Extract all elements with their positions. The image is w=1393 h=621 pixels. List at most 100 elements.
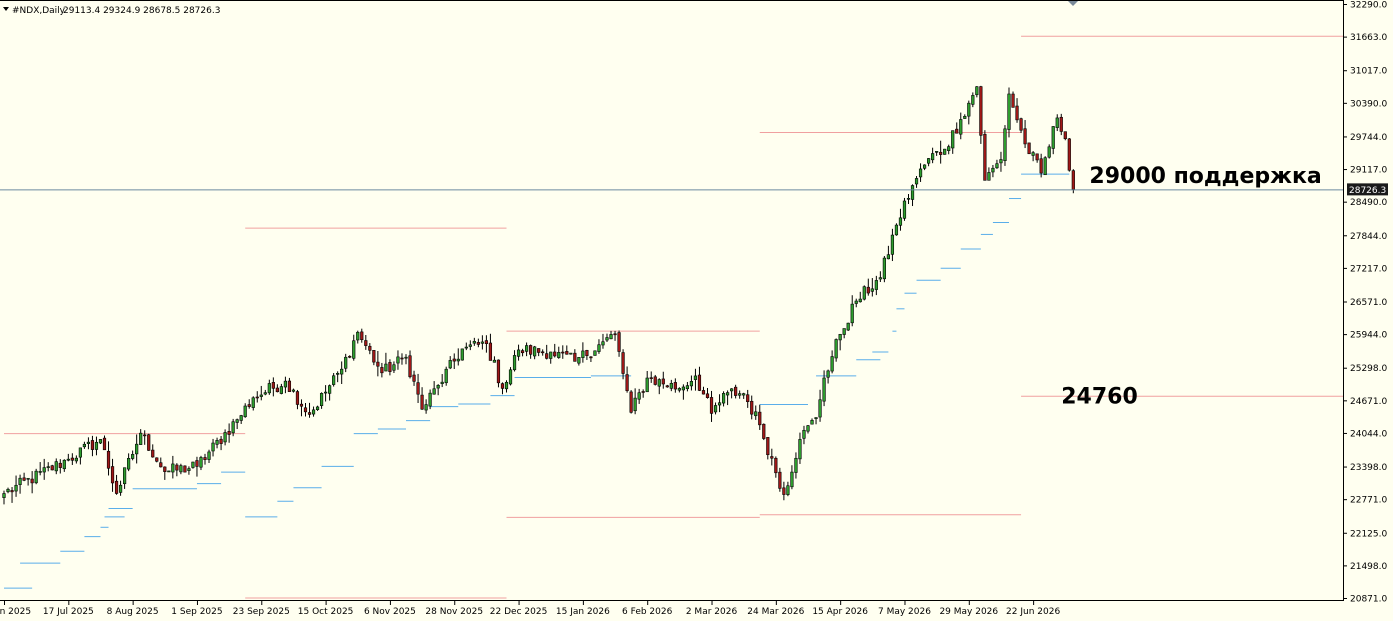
candle-body bbox=[774, 457, 778, 474]
candle-body bbox=[299, 403, 304, 407]
candle bbox=[191, 461, 195, 469]
candle-body bbox=[947, 146, 951, 151]
candle-body bbox=[94, 441, 99, 450]
candle-body bbox=[959, 119, 963, 135]
candle-body bbox=[963, 115, 967, 119]
candle-body bbox=[633, 397, 637, 412]
candle-body bbox=[368, 345, 372, 351]
y-tick-label: 27844.0 bbox=[1350, 232, 1387, 242]
candle-body bbox=[86, 441, 91, 444]
candle-body bbox=[1071, 170, 1075, 190]
candle-body bbox=[758, 411, 762, 426]
candle-body bbox=[549, 351, 553, 359]
candle-body bbox=[22, 477, 26, 481]
candle-body bbox=[1035, 153, 1039, 161]
candle-body bbox=[766, 437, 770, 456]
candle-body bbox=[882, 257, 886, 280]
candle-body bbox=[267, 383, 271, 394]
candle-body bbox=[1007, 93, 1011, 130]
candle-body bbox=[609, 334, 613, 340]
candle-body bbox=[74, 457, 78, 462]
candle-body bbox=[537, 348, 541, 353]
candle-body bbox=[18, 477, 22, 485]
candle-body bbox=[247, 404, 251, 407]
candle-body bbox=[484, 340, 489, 344]
candle-body bbox=[384, 363, 388, 372]
candle-body bbox=[380, 367, 384, 374]
candle-body bbox=[279, 386, 283, 394]
candle-body bbox=[287, 380, 292, 392]
candle-body bbox=[207, 451, 211, 460]
candle-body bbox=[508, 369, 513, 385]
candle-body bbox=[319, 393, 324, 406]
candle-body bbox=[931, 153, 935, 161]
candle-body bbox=[283, 380, 288, 388]
candle bbox=[762, 423, 766, 441]
x-tick-label: 22 Dec 2025 bbox=[490, 607, 548, 617]
candle-body bbox=[701, 390, 706, 395]
candle-body bbox=[557, 352, 561, 358]
x-tick-label: 8 Aug 2025 bbox=[107, 607, 159, 617]
candle-body bbox=[183, 465, 187, 473]
candle-body bbox=[408, 355, 412, 378]
candle-body bbox=[191, 461, 195, 468]
candle-body bbox=[593, 350, 597, 356]
candle-body bbox=[1023, 128, 1027, 145]
chart-canvas[interactable]: 29000 поддержка 24760 20871.0 21498.0 22125… bbox=[0, 0, 1393, 621]
symbol-label: #NDX,Daily bbox=[12, 6, 66, 16]
x-tick-label: 7 May 2026 bbox=[878, 607, 931, 617]
candle-body bbox=[874, 280, 878, 290]
candle-body bbox=[106, 450, 111, 469]
candle-body bbox=[987, 172, 991, 181]
candle-body bbox=[1059, 116, 1063, 132]
x-tick-label: 15 Oct 2025 bbox=[298, 607, 354, 617]
candle-body bbox=[203, 457, 207, 460]
price-chart[interactable]: 29000 поддержка 24760 20871.0 21498.0 22125… bbox=[0, 0, 1393, 621]
candle-body bbox=[460, 348, 464, 361]
candle-body bbox=[259, 394, 263, 397]
candle-body bbox=[123, 467, 127, 485]
candle-body bbox=[251, 397, 255, 408]
candle-body bbox=[66, 458, 70, 461]
candle-body bbox=[143, 434, 147, 437]
candle-body bbox=[786, 485, 790, 495]
candle-body bbox=[147, 434, 151, 451]
candle bbox=[98, 439, 103, 445]
x-tick-label: 22 Jun 2026 bbox=[1006, 607, 1060, 617]
candle-body bbox=[328, 385, 332, 394]
y-tick-label: 31017.0 bbox=[1350, 67, 1387, 77]
annotation-label: 24760 bbox=[1061, 385, 1138, 410]
candle bbox=[882, 256, 886, 283]
candle-body bbox=[504, 381, 509, 390]
candle-body bbox=[243, 405, 247, 418]
x-tick-label: 28 Nov 2025 bbox=[425, 607, 483, 617]
candle-body bbox=[734, 386, 738, 396]
candle-body bbox=[641, 391, 645, 393]
candle-body bbox=[979, 86, 983, 136]
candle-body bbox=[428, 392, 432, 407]
candle-body bbox=[1055, 117, 1059, 128]
y-tick-label: 29117.0 bbox=[1350, 166, 1387, 176]
candle-body bbox=[746, 394, 750, 403]
y-tick-label: 20871.0 bbox=[1350, 595, 1387, 605]
candle-body bbox=[939, 151, 943, 155]
candle-body bbox=[1015, 105, 1019, 121]
candle-body bbox=[713, 405, 718, 413]
candle-body bbox=[649, 377, 653, 379]
x-axis-ticks: 25 Jun 2025 17 Jul 2025 8 Aug 2025 1 Sep 20… bbox=[0, 601, 1060, 617]
candle-body bbox=[396, 356, 400, 364]
candle-body bbox=[870, 288, 874, 292]
candle-body bbox=[709, 397, 714, 414]
candle-body bbox=[195, 460, 199, 467]
candle-body bbox=[830, 356, 834, 372]
candle-body bbox=[436, 384, 440, 389]
candle-body bbox=[782, 487, 786, 495]
candle-body bbox=[392, 364, 396, 371]
candle-body bbox=[858, 298, 862, 303]
candle bbox=[460, 348, 464, 361]
candle-body bbox=[46, 466, 50, 468]
candle-body bbox=[263, 392, 267, 395]
candle-body bbox=[235, 419, 239, 423]
candle-body bbox=[315, 406, 320, 410]
candle-body bbox=[352, 340, 356, 359]
